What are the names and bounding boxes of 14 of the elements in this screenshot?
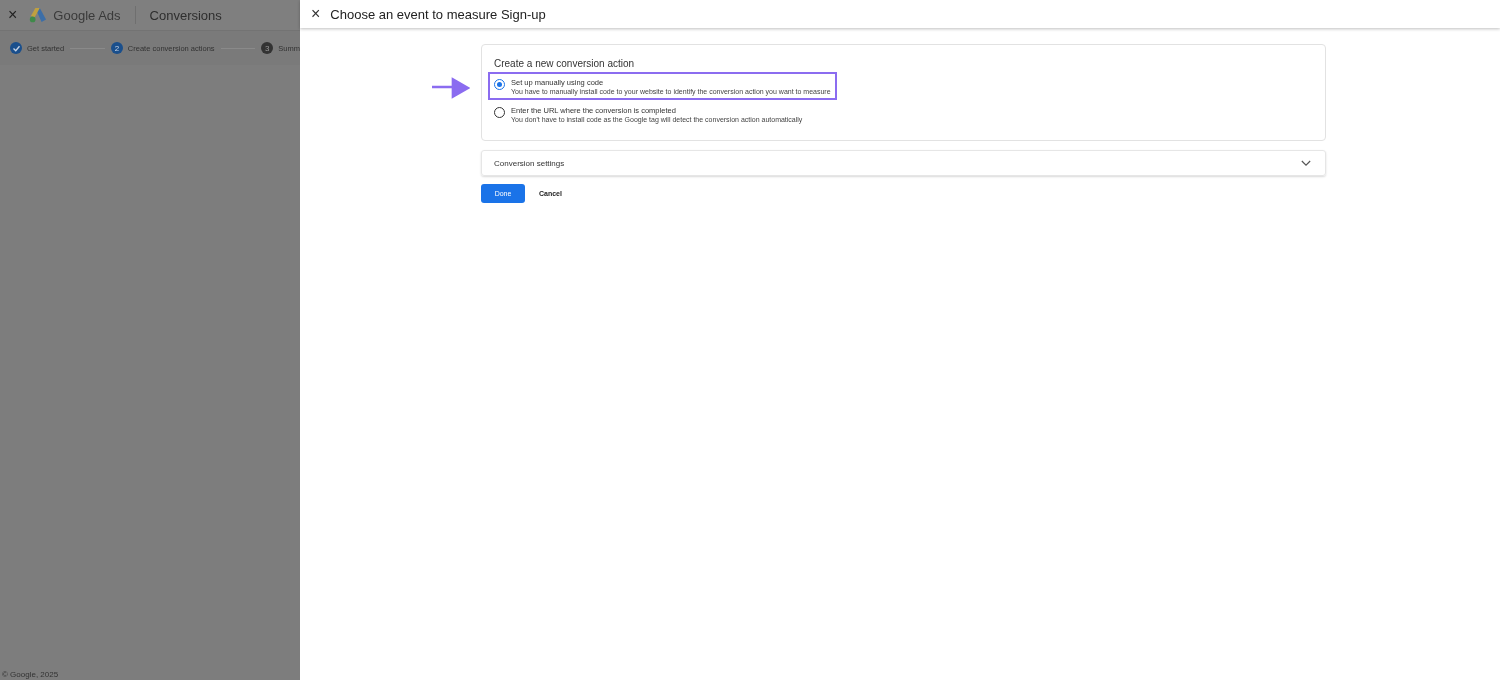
card-heading: Create a new conversion action (494, 58, 636, 69)
product-name: Google Ads (53, 7, 121, 23)
step-number: 3 (261, 42, 274, 54)
close-icon[interactable]: × (311, 5, 321, 23)
panel-title: Choose an event to measure Sign-up (330, 6, 546, 22)
step-number: 2 (110, 42, 123, 54)
check-icon (10, 42, 22, 54)
page-title: Conversions (149, 7, 222, 23)
chevron-icon (1301, 159, 1311, 167)
arrow-icon (432, 77, 470, 99)
close-icon[interactable]: × (8, 6, 18, 24)
settings-expander[interactable]: Conversion settings (481, 150, 1326, 176)
copyright: © Google, 2025 (1, 670, 60, 680)
logo-icon (29, 7, 48, 23)
